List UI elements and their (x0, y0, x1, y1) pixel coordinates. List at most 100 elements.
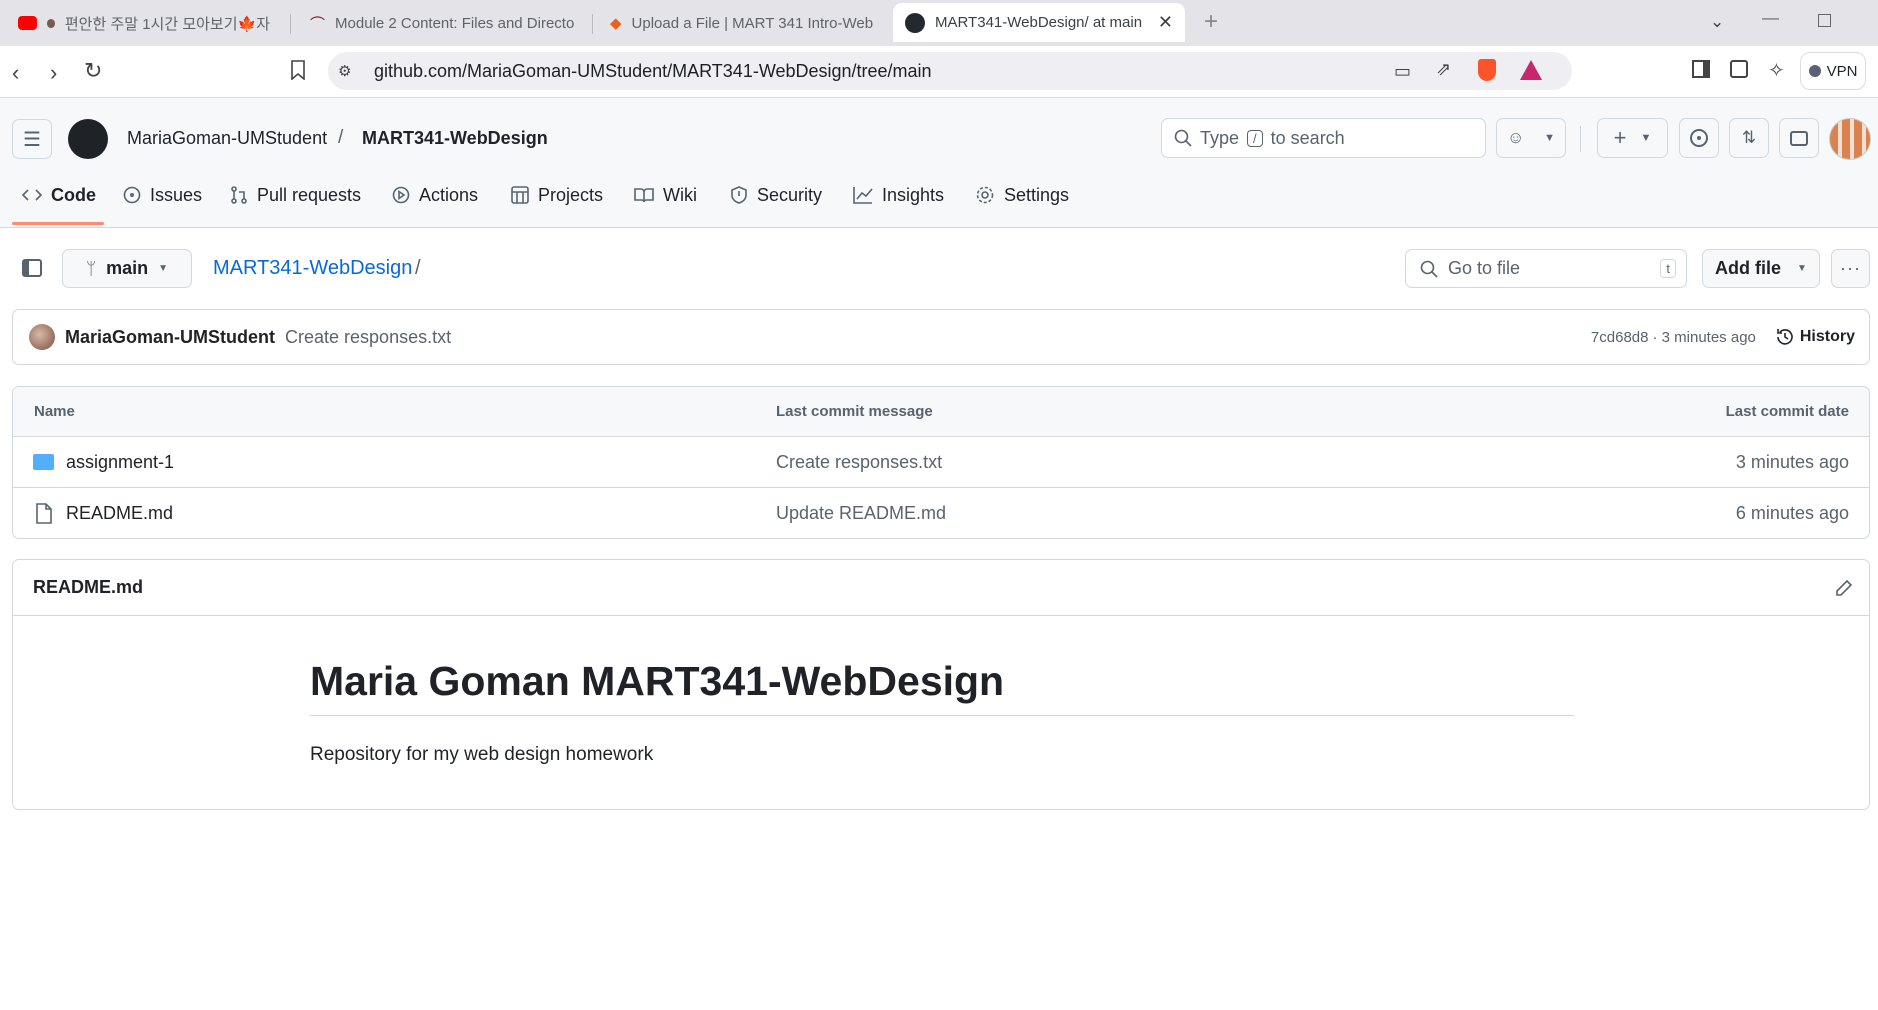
author-avatar[interactable] (29, 324, 55, 350)
file-commit-date: 3 minutes ago (1735, 451, 1849, 472)
go-to-file-input[interactable]: Go to file t (1405, 249, 1687, 288)
table-row[interactable]: README.md Update README.md 6 minutes ago (13, 488, 1869, 538)
wallet-icon[interactable] (1730, 60, 1748, 78)
tab-title: Module 2 Content: Files and Directo (335, 14, 575, 32)
leo-ai-icon[interactable]: ✧ (1768, 58, 1785, 83)
breadcrumb-repo-link[interactable]: MART341-WebDesign (213, 257, 412, 280)
tab-wiki[interactable]: Wiki (634, 166, 697, 224)
history-label: History (1799, 328, 1855, 345)
canvas-icon: ⌒ (310, 15, 326, 33)
tab-security[interactable]: Security (730, 166, 822, 224)
inbox-icon (1790, 130, 1808, 146)
edit-pencil-icon[interactable] (1835, 579, 1853, 597)
shield-icon (731, 186, 747, 204)
chevron-down-icon: ▼ (1797, 263, 1807, 274)
path-separator: / (338, 127, 344, 148)
search-input[interactable]: Type / to search (1161, 118, 1486, 158)
brave-rewards-icon[interactable] (1520, 60, 1542, 80)
tab-code[interactable]: Code (22, 166, 96, 224)
browser-tab-bar: 편안한 주말 1시간 모아보기🍁자 ⌒ Module 2 Content: Fi… (0, 0, 1878, 46)
chevron-down-icon: ▼ (158, 263, 169, 274)
readme-header: README.md (13, 560, 1869, 616)
sidebar-toggle-icon[interactable] (1692, 60, 1710, 78)
youtube-icon (18, 16, 37, 30)
avatar[interactable] (1829, 118, 1871, 160)
table-row[interactable]: assignment-1 Create responses.txt 3 minu… (13, 437, 1869, 488)
vpn-button[interactable]: VPN (1800, 52, 1866, 90)
search-placeholder-suffix: to search (1270, 127, 1345, 148)
tab-title: MART341-WebDesign/ at main (935, 14, 1143, 31)
audio-dot-icon (46, 18, 55, 28)
file-commit-message-link[interactable]: Update README.md (776, 503, 946, 524)
commit-author-link[interactable]: MariaGoman-UMStudent (65, 327, 275, 348)
browser-tab-upload[interactable]: ◆ Upload a File | MART 341 Intro-Web (598, 4, 888, 42)
tab-search-chevron-icon[interactable]: ⌄ (1710, 12, 1724, 32)
tab-label: Settings (1004, 184, 1070, 205)
branch-icon: ᛘ (85, 258, 97, 278)
branch-selector[interactable]: ᛘ main ▼ (62, 249, 192, 288)
more-options-button[interactable]: ··· (1831, 249, 1870, 288)
commit-message-link[interactable]: Create responses.txt (285, 327, 1581, 348)
commit-sha-link[interactable]: 7cd68d8 (1591, 329, 1649, 346)
readme-body: Repository for my web design homework (310, 744, 654, 765)
github-icon (905, 12, 925, 33)
tab-actions[interactable]: Actions (392, 166, 478, 224)
restore-icon[interactable] (1818, 14, 1831, 27)
tab-settings[interactable]: Settings (975, 166, 1069, 224)
file-name-link[interactable]: README.md (66, 503, 173, 524)
forward-icon[interactable]: › (50, 60, 57, 86)
active-tab-indicator (12, 222, 104, 225)
issue-icon (1690, 129, 1708, 147)
repo-link[interactable]: MART341-WebDesign (362, 128, 548, 149)
minimize-icon[interactable]: — (1762, 8, 1779, 28)
tab-pull-requests[interactable]: Pull requests (230, 166, 361, 224)
site-settings-icon[interactable]: ⚙ (338, 62, 351, 80)
pull-requests-button[interactable]: ⇅ (1729, 118, 1769, 158)
search-icon (1420, 260, 1438, 278)
breadcrumb-separator: / (415, 257, 421, 279)
inbox-button[interactable] (1779, 118, 1819, 158)
owner-link[interactable]: MariaGoman-UMStudent (127, 128, 327, 149)
tab-insights[interactable]: Insights (853, 166, 944, 224)
back-icon[interactable]: ‹ (12, 60, 19, 86)
new-tab-icon[interactable]: + (1204, 8, 1218, 36)
tab-label: Issues (150, 184, 203, 205)
address-bar[interactable]: ⚙ github.com/MariaGoman-UMStudent/MART34… (328, 52, 1572, 90)
file-tree-toggle-icon[interactable] (22, 259, 42, 277)
create-new-button[interactable]: + ▼ (1597, 118, 1668, 158)
reload-icon[interactable]: ↻ (84, 58, 102, 84)
close-tab-icon[interactable]: ✕ (1158, 12, 1173, 33)
github-logo-icon[interactable] (68, 119, 108, 159)
go-to-file-placeholder: Go to file (1448, 258, 1521, 278)
browser-tab-module[interactable]: ⌒ Module 2 Content: Files and Directo (298, 4, 590, 42)
history-link[interactable]: History (1776, 328, 1855, 346)
add-file-label: Add file (1715, 258, 1782, 278)
column-header-message: Last commit message (776, 403, 933, 420)
issues-button[interactable] (1679, 118, 1719, 158)
gear-icon (976, 186, 994, 204)
graph-icon (853, 187, 873, 204)
brave-shield-icon[interactable] (1478, 59, 1496, 81)
bookmark-icon[interactable] (290, 60, 306, 80)
browser-tab-youtube[interactable]: 편안한 주말 1시간 모아보기🍁자 (6, 4, 282, 42)
play-icon (392, 186, 410, 204)
browser-tab-github[interactable]: MART341-WebDesign/ at main ✕ (893, 3, 1185, 42)
tab-title: 편안한 주말 1시간 모아보기🍁자 (64, 15, 270, 33)
file-commit-message-link[interactable]: Create responses.txt (776, 452, 942, 473)
file-icon (36, 503, 52, 524)
url-text[interactable]: github.com/MariaGoman-UMStudent/MART341-… (374, 61, 932, 82)
cast-icon[interactable]: ▭ (1394, 61, 1411, 82)
file-table: Name Last commit message Last commit dat… (12, 386, 1870, 539)
chevron-down-icon: ▼ (1544, 132, 1556, 144)
tab-projects[interactable]: Projects (511, 166, 603, 224)
add-file-button[interactable]: Add file ▼ (1702, 249, 1820, 288)
tab-issues[interactable]: Issues (123, 166, 202, 224)
share-icon[interactable]: ⇗ (1436, 59, 1451, 80)
branch-name: main (106, 258, 149, 278)
file-name-link[interactable]: assignment-1 (66, 452, 174, 473)
copilot-button[interactable]: ☺ ▼ (1496, 118, 1566, 158)
divider (1580, 126, 1581, 152)
menu-button[interactable]: ☰ (12, 119, 52, 159)
book-icon (634, 188, 654, 203)
vpn-label: VPN (1826, 62, 1858, 80)
